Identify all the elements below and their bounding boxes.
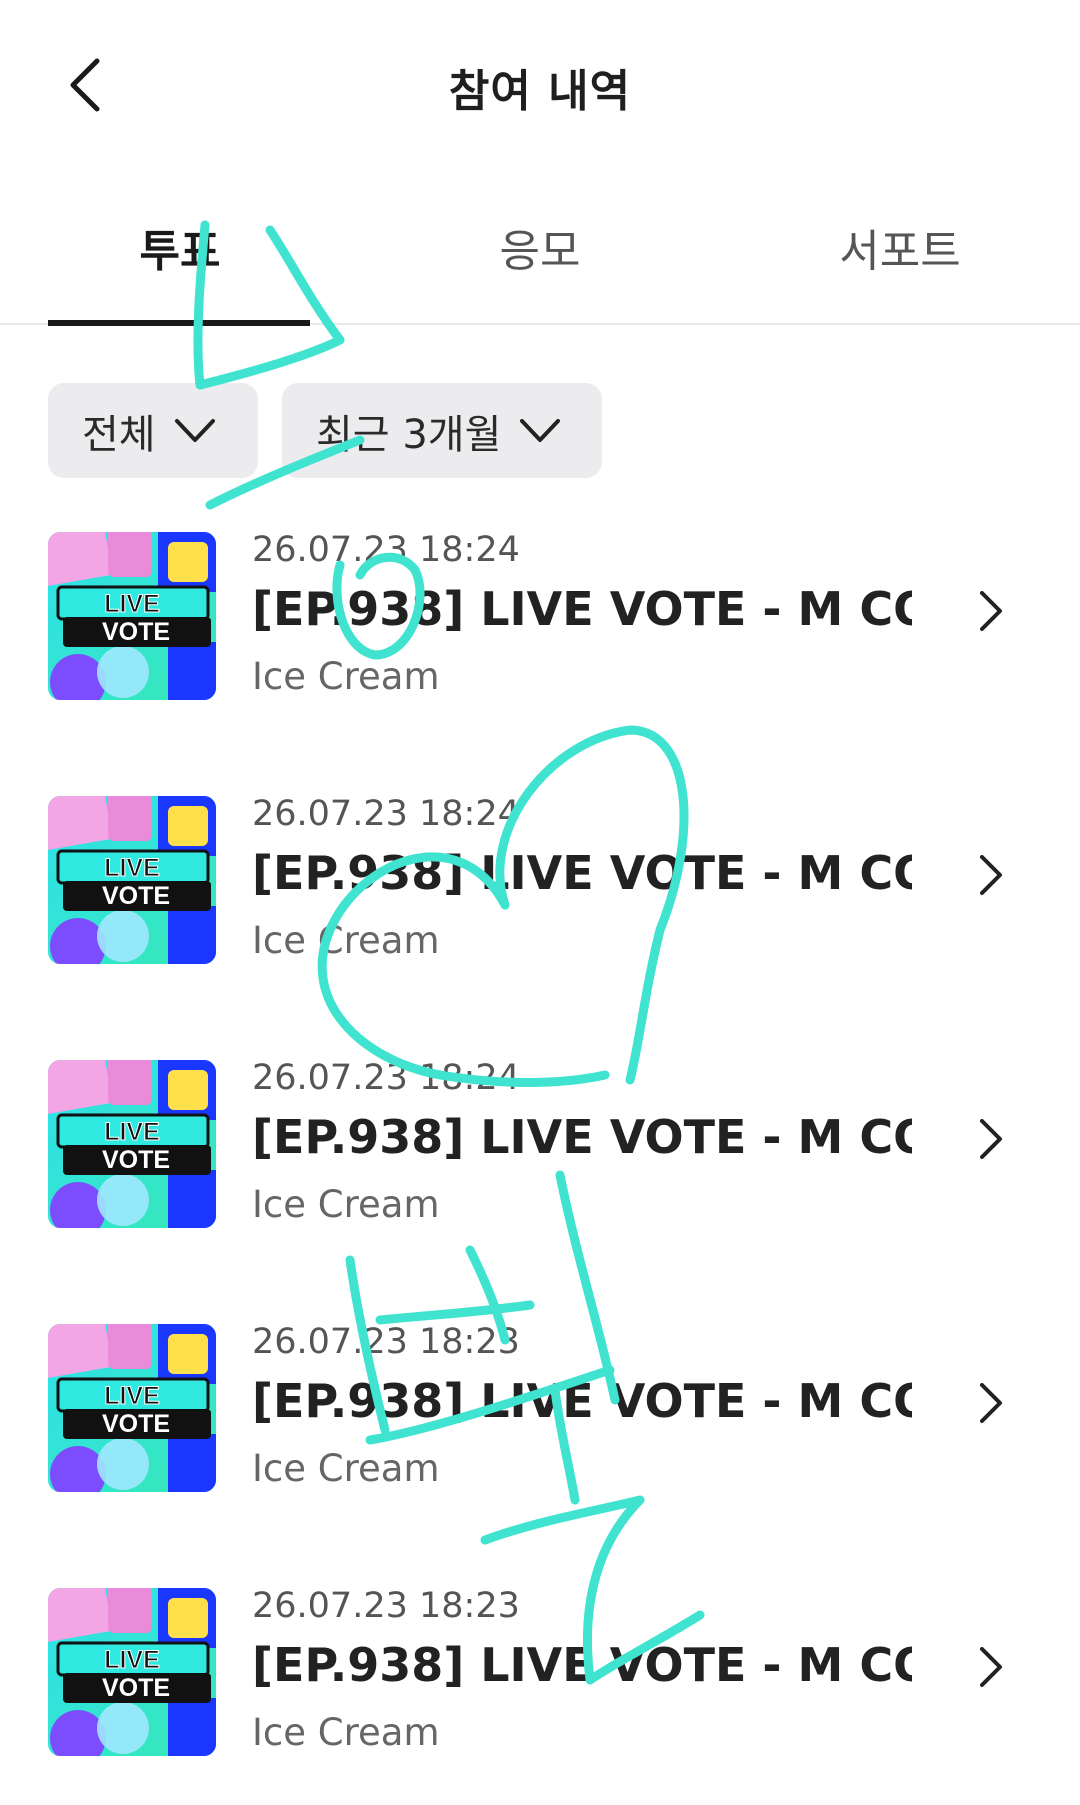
thumb-line2: VOTE xyxy=(102,618,170,646)
filter-period-label: 최근 3개월 xyxy=(316,411,502,458)
thumb-line1: LIVE xyxy=(104,1646,160,1674)
item-date: 26.07.23 18:24 xyxy=(252,794,520,834)
thumb-line2: VOTE xyxy=(102,1674,170,1702)
active-tab-indicator xyxy=(48,320,310,326)
thumb-line1: LIVE xyxy=(104,1118,160,1146)
page-title: 참여 내역 xyxy=(448,66,632,117)
tab-entry[interactable]: 응모 xyxy=(360,215,720,279)
item-date: 26.07.23 18:23 xyxy=(252,1322,520,1362)
list-item[interactable]: LIVE VOTE 26.07.23 18:24 [EP.938] LIVE V… xyxy=(0,520,1080,720)
vote-thumbnail: LIVE VOTE xyxy=(48,1588,216,1756)
tab-bar: 투표 응모 서포트 xyxy=(0,205,1080,326)
chevron-right-icon[interactable] xyxy=(966,1378,1016,1428)
thumb-line1: LIVE xyxy=(104,1382,160,1410)
filter-all-label: 전체 xyxy=(82,411,156,458)
thumb-line2: VOTE xyxy=(102,882,170,910)
list-item[interactable]: LIVE VOTE 26.07.23 18:23 [EP.938] LIVE V… xyxy=(0,1576,1080,1776)
tab-support[interactable]: 서포트 xyxy=(720,215,1080,279)
chevron-down-icon xyxy=(174,418,216,444)
item-date: 26.07.23 18:24 xyxy=(252,530,520,570)
item-subtitle: Ice Cream xyxy=(252,919,440,962)
item-subtitle: Ice Cream xyxy=(252,655,440,698)
list-item[interactable]: LIVE VOTE 26.07.23 18:24 [EP.938] LIVE V… xyxy=(0,1048,1080,1248)
item-title: [EP.938] LIVE VOTE - M CO... xyxy=(252,1110,912,1164)
item-subtitle: Ice Cream xyxy=(252,1447,440,1490)
header: 참여 내역 xyxy=(0,0,1080,170)
list-item[interactable]: LIVE VOTE 26.07.23 18:23 [EP.938] LIVE V… xyxy=(0,1312,1080,1512)
filter-period-dropdown[interactable]: 최근 3개월 xyxy=(282,383,602,478)
vote-thumbnail: LIVE VOTE xyxy=(48,532,216,700)
chevron-right-icon[interactable] xyxy=(966,586,1016,636)
filter-all-dropdown[interactable]: 전체 xyxy=(48,383,258,478)
vote-thumbnail: LIVE VOTE xyxy=(48,1324,216,1492)
chevron-right-icon[interactable] xyxy=(966,1114,1016,1164)
item-title: [EP.938] LIVE VOTE - M CO... xyxy=(252,846,912,900)
vote-thumbnail: LIVE VOTE xyxy=(48,1060,216,1228)
thumb-line2: VOTE xyxy=(102,1146,170,1174)
tab-vote[interactable]: 투표 xyxy=(0,215,360,279)
thumb-line2: VOTE xyxy=(102,1410,170,1438)
item-date: 26.07.23 18:23 xyxy=(252,1586,520,1626)
vote-thumbnail: LIVE VOTE xyxy=(48,796,216,964)
chevron-down-icon xyxy=(519,418,561,444)
item-date: 26.07.23 18:24 xyxy=(252,1058,520,1098)
item-subtitle: Ice Cream xyxy=(252,1711,440,1754)
chevron-right-icon[interactable] xyxy=(966,1642,1016,1692)
list-item[interactable]: LIVE VOTE 26.07.23 18:24 [EP.938] LIVE V… xyxy=(0,784,1080,984)
chevron-right-icon[interactable] xyxy=(966,850,1016,900)
thumb-line1: LIVE xyxy=(104,854,160,882)
item-subtitle: Ice Cream xyxy=(252,1183,440,1226)
item-title: [EP.938] LIVE VOTE - M CO... xyxy=(252,1638,912,1692)
thumb-line1: LIVE xyxy=(104,590,160,618)
item-title: [EP.938] LIVE VOTE - M CO... xyxy=(252,1374,912,1428)
item-title: [EP.938] LIVE VOTE - M CO... xyxy=(252,582,912,636)
